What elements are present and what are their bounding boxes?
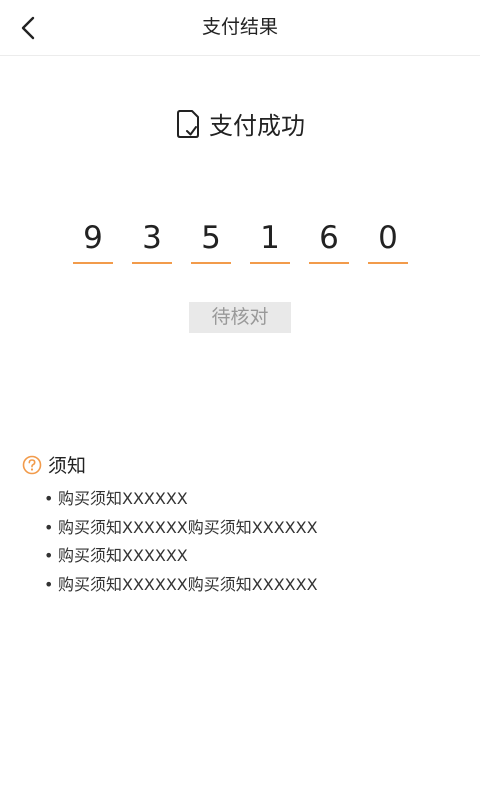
verification-code: 9 3 5 1 6 0 (73, 216, 408, 264)
payment-result: 支付成功 (0, 106, 480, 141)
bullet-dot: • (44, 574, 54, 594)
list-item: • 购买须知XXXXXX (44, 485, 318, 514)
list-item: • 购买须知XXXXXX (44, 542, 318, 571)
list-item: • 购买须知XXXXXX购买须知XXXXXX (44, 514, 318, 543)
code-digit: 6 (309, 216, 349, 264)
notice-item-text: 购买须知XXXXXX购买须知XXXXXX (58, 574, 318, 594)
bullet-dot: • (44, 489, 54, 508)
question-circle-icon (22, 455, 42, 474)
notice-header: 须知 (22, 451, 86, 478)
bullet-dot: • (44, 546, 54, 565)
code-digit: 0 (368, 216, 408, 264)
page-title: 支付结果 (201, 16, 278, 38)
list-item: • 购买须知XXXXXX购买须知XXXXXX (44, 571, 318, 600)
code-digit: 5 (191, 216, 231, 264)
notice-item-text: 购买须知XXXXXX (58, 489, 188, 508)
notice-title: 须知 (48, 455, 87, 477)
notice-item-text: 购买须知XXXXXX购买须知XXXXXX (58, 517, 318, 537)
code-digit: 9 (73, 216, 113, 264)
notice-list: • 购买须知XXXXXX • 购买须知XXXXXX购买须知XXXXXX • 购买须知X… (44, 485, 318, 599)
status-badge: 待核对 (189, 302, 291, 333)
top-nav-bar: 支付结果 (0, 0, 480, 56)
code-digit: 1 (250, 216, 290, 264)
code-digit: 3 (132, 216, 172, 264)
document-check-icon (177, 109, 199, 138)
bullet-dot: • (44, 517, 54, 537)
payment-result-text: 支付成功 (209, 112, 305, 140)
notice-item-text: 购买须知XXXXXX (58, 546, 188, 565)
